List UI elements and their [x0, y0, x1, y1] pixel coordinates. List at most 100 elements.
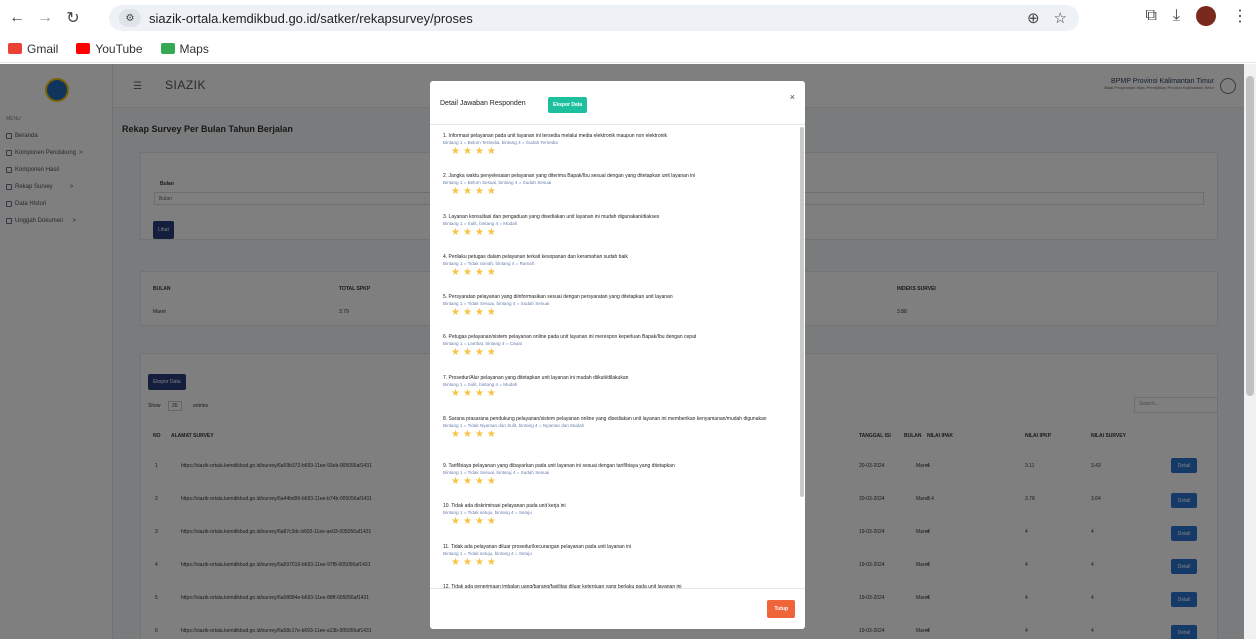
star-icon: ★ — [451, 145, 463, 157]
bookmark-youtube[interactable]: YouTube — [76, 42, 143, 56]
response-detail-modal: Detail Jawaban Responden Ekspor Data × 1… — [430, 81, 805, 629]
star-rating: ★★★★ — [451, 266, 788, 278]
star-icon: ★ — [474, 428, 487, 440]
zoom-icon[interactable]: ⊕ — [1027, 9, 1040, 27]
star-rating: ★★★★ — [451, 428, 788, 440]
gmail-icon — [8, 43, 22, 54]
question-item: 10. Tidak ada diskriminasi pelayanan pad… — [443, 503, 788, 527]
modal-scrollbar[interactable] — [800, 127, 804, 497]
star-icon: ★ — [474, 346, 487, 358]
download-icon[interactable]: ⤓ — [1173, 7, 1180, 25]
star-icon: ★ — [462, 428, 475, 440]
star-icon: ★ — [462, 145, 475, 157]
star-icon: ★ — [451, 515, 463, 527]
question-text: 5. Persyaratan pelayanan yang diinformas… — [443, 294, 673, 300]
question-text: 7. Prosedur/Alur pelayanan yang ditetapk… — [443, 375, 629, 381]
scrollbar-thumb[interactable] — [1246, 76, 1254, 396]
star-icon: ★ — [486, 145, 499, 157]
star-icon: ★ — [462, 346, 475, 358]
question-text: 9. Tarif/biaya pelayanan yang dibayarkan… — [443, 463, 675, 469]
star-icon: ★ — [462, 306, 475, 318]
question-item: 8. Sarana prasarana pendukung pelayanan/… — [443, 416, 788, 440]
modal-export-button[interactable]: Ekspor Data — [548, 97, 588, 113]
star-rating: ★★★★ — [451, 185, 788, 197]
maps-icon — [160, 43, 175, 54]
star-icon: ★ — [474, 145, 487, 157]
close-icon[interactable]: × — [790, 92, 795, 102]
question-item: 2. Jangka waktu penyelesaian pelayanan y… — [443, 173, 788, 197]
forward-arrow-icon[interactable]: → — [34, 7, 56, 29]
modal-title: Detail Jawaban Responden — [440, 100, 526, 107]
youtube-icon — [76, 43, 91, 54]
bookmark-star-icon[interactable]: ☆ — [1054, 9, 1067, 27]
star-rating: ★★★★ — [451, 346, 788, 358]
star-icon: ★ — [451, 306, 463, 318]
modal-header: Detail Jawaban Responden Ekspor Data × — [430, 81, 805, 125]
star-icon: ★ — [451, 556, 463, 568]
star-icon: ★ — [474, 515, 487, 527]
star-icon: ★ — [451, 346, 463, 358]
star-icon: ★ — [486, 185, 499, 197]
site-info-icon[interactable]: ⚙ — [119, 9, 141, 27]
question-item: 9. Tarif/biaya pelayanan yang dibayarkan… — [443, 463, 788, 487]
profile-avatar[interactable] — [1196, 6, 1216, 26]
star-rating: ★★★★ — [451, 226, 788, 238]
url-text[interactable]: siazik-ortala.kemdikbud.go.id/satker/rek… — [149, 11, 473, 26]
star-icon: ★ — [486, 515, 499, 527]
question-text: 2. Jangka waktu penyelesaian pelayanan y… — [443, 173, 696, 179]
star-icon: ★ — [474, 475, 487, 487]
star-icon: ★ — [486, 226, 499, 238]
bookmarks-bar: Gmail YouTube Maps — [0, 35, 1256, 63]
star-icon: ★ — [474, 556, 487, 568]
question-item: 7. Prosedur/Alur pelayanan yang ditetapk… — [443, 375, 788, 399]
browser-toolbar: ← → ↻ ⚙ siazik-ortala.kemdikbud.go.id/sa… — [0, 0, 1256, 35]
reload-icon[interactable]: ↻ — [62, 7, 84, 29]
star-rating: ★★★★ — [451, 475, 788, 487]
star-icon: ★ — [474, 387, 487, 399]
star-icon: ★ — [486, 556, 499, 568]
star-icon: ★ — [486, 306, 499, 318]
star-rating: ★★★★ — [451, 515, 788, 527]
star-icon: ★ — [462, 475, 475, 487]
question-text: 10. Tidak ada diskriminasi pelayanan pad… — [443, 503, 566, 509]
star-icon: ★ — [486, 387, 499, 399]
star-icon: ★ — [451, 387, 463, 399]
tutup-button[interactable]: Tutup — [767, 600, 795, 618]
question-item: 1. Informasi pelayanan pada unit layanan… — [443, 133, 788, 157]
menu-dots-icon[interactable]: ⋮ — [1232, 6, 1248, 26]
back-arrow-icon[interactable]: ← — [6, 7, 28, 29]
star-icon: ★ — [474, 306, 487, 318]
star-icon: ★ — [462, 556, 475, 568]
star-icon: ★ — [474, 185, 487, 197]
star-rating: ★★★★ — [451, 306, 788, 318]
star-icon: ★ — [451, 266, 463, 278]
star-rating: ★★★★ — [451, 556, 788, 568]
question-item: 11. Tidak ada pelayanan diluar prosedur/… — [443, 544, 788, 568]
question-item: 5. Persyaratan pelayanan yang diinformas… — [443, 294, 788, 318]
page-scrollbar[interactable] — [1244, 64, 1256, 639]
star-rating: ★★★★ — [451, 387, 788, 399]
question-item: 6. Petugas pelayanan/sistem pelayanan on… — [443, 334, 788, 358]
question-text: 3. Layanan konsultasi dan pengaduan yang… — [443, 214, 660, 220]
star-icon: ★ — [462, 226, 475, 238]
star-icon: ★ — [451, 185, 463, 197]
extensions-icon[interactable]: ⧉ — [1145, 7, 1156, 25]
bookmark-gmail[interactable]: Gmail — [8, 42, 58, 56]
question-text: 6. Petugas pelayanan/sistem pelayanan on… — [443, 334, 697, 340]
star-icon: ★ — [462, 387, 475, 399]
star-icon: ★ — [451, 226, 463, 238]
question-text: 4. Perilaku petugas dalam pelayanan terk… — [443, 254, 628, 260]
star-icon: ★ — [462, 185, 475, 197]
star-icon: ★ — [486, 475, 499, 487]
modal-footer: Tutup — [430, 588, 805, 629]
address-bar[interactable]: ⚙ siazik-ortala.kemdikbud.go.id/satker/r… — [109, 5, 1079, 31]
question-text: 8. Sarana prasarana pendukung pelayanan/… — [443, 416, 767, 422]
star-icon: ★ — [451, 475, 463, 487]
star-icon: ★ — [486, 428, 499, 440]
modal-body: 1. Informasi pelayanan pada unit layanan… — [430, 126, 805, 588]
star-icon: ★ — [474, 226, 487, 238]
bookmark-maps[interactable]: Maps — [160, 42, 209, 56]
star-icon: ★ — [462, 515, 475, 527]
question-item: 4. Perilaku petugas dalam pelayanan terk… — [443, 254, 788, 278]
star-icon: ★ — [451, 428, 463, 440]
